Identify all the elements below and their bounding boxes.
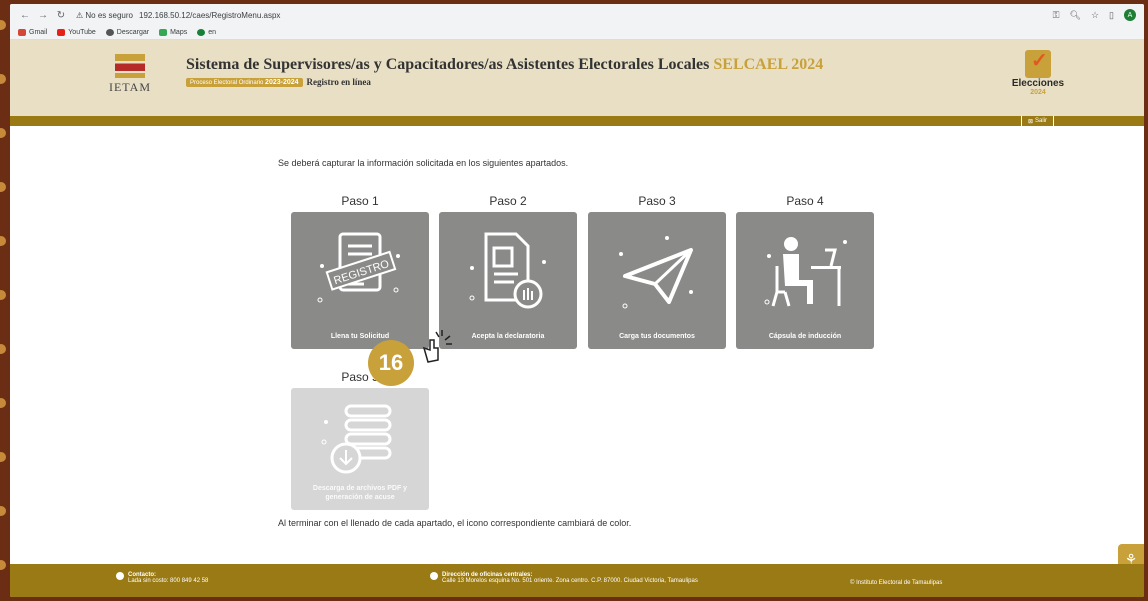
ballot-check-icon	[1025, 48, 1051, 78]
process-badge: Proceso Electoral Ordinario 2023-2024	[186, 77, 303, 87]
step-5-card[interactable]: Descarga de archivos PDF y generación de…	[291, 388, 429, 510]
footer-address: Dirección de oficinas centrales: Calle 13…	[430, 572, 698, 584]
star-icon[interactable]: ☆	[1091, 10, 1099, 21]
youtube-icon	[57, 29, 66, 36]
step-2-title: Paso 2	[489, 194, 527, 208]
site-header: IETAM Sistema de Supervisores/as y Capac…	[10, 40, 1144, 116]
elecciones-logo: Elecciones 2024	[1008, 48, 1068, 96]
back-icon[interactable]: ←	[18, 10, 32, 21]
declaration-document-icon	[469, 232, 546, 309]
globe-icon	[105, 29, 114, 36]
bookmarks-bar: Gmail YouTube Descargar Maps en	[10, 26, 1144, 40]
browser-window: ← → ↻ ⚠ No es seguro 192.168.50.12/caes/…	[10, 4, 1144, 597]
step-1-caption: Llena tu Solicitud	[330, 332, 390, 340]
footer-copyright: © Instituto Electoral de Tamaulipas	[850, 580, 943, 586]
ietam-emblem-icon	[115, 54, 145, 78]
intro-text: Se deberá capturar la información solici…	[278, 158, 569, 168]
url-text: 192.168.50.12/caes/RegistroMenu.aspx	[139, 10, 281, 20]
step-1-card[interactable]: REGISTRO Llena tu Solicitud	[291, 212, 429, 349]
forward-icon[interactable]: →	[36, 10, 50, 21]
step-4-card[interactable]: Cápsula de inducción	[736, 212, 874, 349]
browser-toolbar: ← → ↻ ⚠ No es seguro 192.168.50.12/caes/…	[10, 4, 1144, 26]
security-warning[interactable]: ⚠ No es seguro	[76, 11, 133, 20]
zoom-icon[interactable]: 🔍︎	[1070, 10, 1081, 21]
step-3-caption: Carga tus documentos	[619, 332, 695, 340]
step-2-card[interactable]: Acepta la declaratoria	[439, 212, 577, 349]
bookmark-gmail[interactable]: Gmail	[18, 29, 47, 36]
header-strip: ⊠ Salir	[10, 116, 1144, 126]
decorative-border	[0, 0, 10, 601]
phone-icon	[116, 572, 124, 580]
page-subtitle: Proceso Electoral Ordinario 2023-2024 Re…	[186, 77, 371, 87]
paper-plane-icon	[619, 236, 693, 309]
bookmark-en[interactable]: en	[197, 29, 216, 36]
pointer-click-icon	[422, 330, 452, 363]
site-footer: Contacto: Lada sin costo: 800 849 42 58 D…	[10, 564, 1144, 597]
step-3-card[interactable]: Carga tus documentos	[588, 212, 726, 349]
step-2-caption: Acepta la declaratoria	[471, 332, 545, 340]
profile-avatar[interactable]: A	[1124, 9, 1136, 21]
footer-contact: Contacto: Lada sin costo: 800 849 42 58	[116, 572, 208, 584]
key-icon[interactable]: ⚿	[1053, 10, 1060, 21]
location-pin-icon	[430, 572, 438, 580]
step-5-caption: Descarga de archivos PDF y generación de…	[312, 484, 408, 501]
step-4-caption: Cápsula de inducción	[768, 332, 842, 340]
bookmark-youtube[interactable]: YouTube	[57, 29, 96, 36]
person-at-computer-icon	[764, 237, 847, 307]
address-bar[interactable]: ⚠ No es seguro 192.168.50.12/caes/Regist…	[76, 11, 280, 20]
sidepanel-icon[interactable]: ▯	[1109, 10, 1114, 21]
step-number-badge: 16	[368, 340, 414, 386]
logout-button[interactable]: ⊠ Salir	[1020, 116, 1054, 126]
maps-icon	[159, 29, 168, 36]
main-content: Se deberá capturar la información solici…	[10, 128, 1144, 558]
registration-form-icon: REGISTRO	[317, 232, 400, 303]
logout-icon: ⊠	[1027, 118, 1033, 125]
outro-text: Al terminar con el llenado de cada apart…	[278, 518, 632, 528]
translate-icon	[197, 29, 206, 36]
bookmark-maps[interactable]: Maps	[159, 29, 187, 36]
step-3-title: Paso 3	[638, 194, 676, 208]
step-1-title: Paso 1	[341, 194, 379, 208]
bookmark-descargar[interactable]: Descargar	[105, 29, 149, 36]
gmail-icon	[18, 29, 26, 36]
page-title: Sistema de Supervisores/as y Capacitador…	[186, 56, 824, 73]
step-4-title: Paso 4	[786, 194, 824, 208]
download-archive-icon	[321, 404, 392, 474]
ietam-logo[interactable]: IETAM	[106, 54, 154, 100]
reload-icon[interactable]: ↻	[54, 10, 68, 21]
